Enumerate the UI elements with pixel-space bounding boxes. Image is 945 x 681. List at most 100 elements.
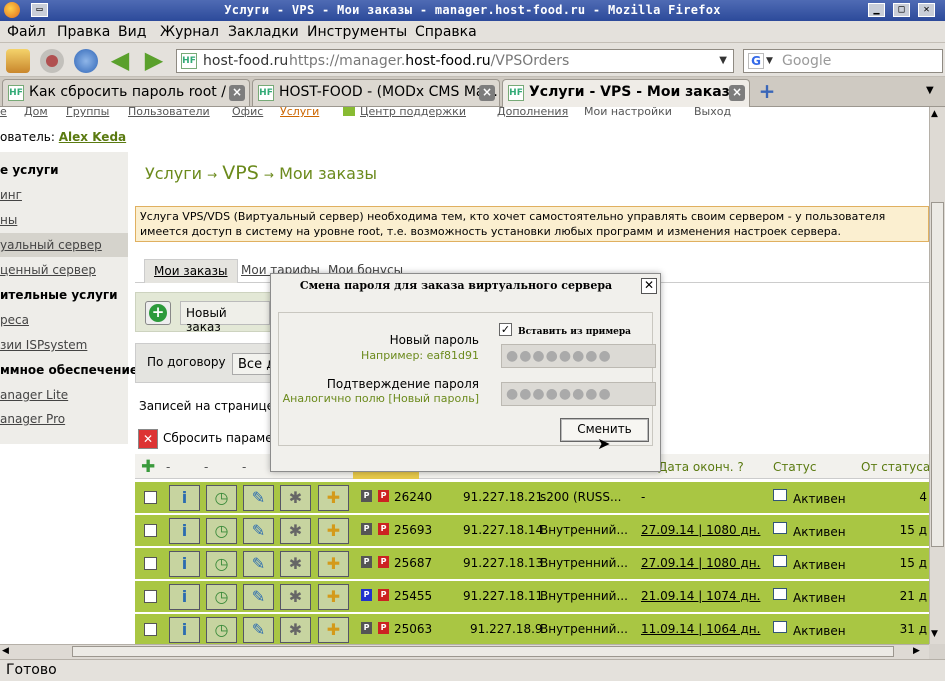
topnav-settings[interactable]: Мои настройки [584,107,672,118]
search-bar[interactable]: G ▼ Google [743,49,943,73]
topnav-logout[interactable]: Выход [694,107,731,118]
row-checkbox[interactable] [144,524,157,537]
tab-vps-orders[interactable]: HF Услуги - VPS - Мои заказ... × [502,79,750,107]
topnav-addons[interactable]: Дополнения [497,107,568,118]
settings-icon[interactable]: ✱ [280,617,311,643]
edit-icon[interactable]: ✎ [243,617,274,643]
url-text[interactable]: https://manager.host-food.ru/VPSOrders [289,50,569,72]
close-tab-icon[interactable]: × [729,85,745,101]
order-expires[interactable]: 27.09.14 | 1080 дн. [641,523,760,537]
row-checkbox[interactable] [144,491,157,504]
history-icon[interactable]: ◷ [206,551,237,577]
reload-icon[interactable] [74,49,98,73]
dialog-close-button[interactable]: ✕ [641,278,657,294]
info-icon[interactable]: i [169,617,200,643]
insert-checkbox[interactable]: ✓ [499,323,512,336]
user-name-link[interactable]: Alex Keda [59,130,126,144]
close-tab-icon[interactable]: × [479,85,495,101]
back-icon[interactable]: ◀ [108,48,132,73]
scroll-right-icon[interactable]: ▶ [913,646,920,656]
row-checkbox[interactable] [144,623,157,636]
move-icon[interactable]: ✚ [318,584,349,610]
settings-icon[interactable]: ✱ [280,584,311,610]
settings-icon[interactable]: ✱ [280,485,311,511]
new-order-button[interactable]: Новый заказ [180,301,270,334]
topnav-office[interactable]: Офис [232,107,263,118]
add-icon[interactable]: ✚ [141,457,155,477]
settings-icon[interactable]: ✱ [280,518,311,544]
breadcrumb-vps[interactable]: VPS [222,162,259,184]
sidebar-item-vps[interactable]: уальный сервер [0,233,128,257]
order-expires[interactable]: - [641,490,645,504]
scroll-thumb[interactable] [931,202,944,547]
topnav-support[interactable]: Центр поддержки [360,107,466,118]
topnav-users[interactable]: Пользователи [128,107,210,118]
history-icon[interactable]: ◷ [206,617,237,643]
scroll-left-icon[interactable]: ◀ [2,646,9,656]
tab-reset-root-password[interactable]: HF Как сбросить пароль root / ... × [2,79,250,106]
menu-file[interactable]: Файл [7,24,46,40]
tab-modx-manager[interactable]: HF HOST-FOOD - (MODx CMS Ma... × [252,79,500,106]
minimize-button[interactable]: ▁ [868,3,885,17]
settings-icon[interactable]: ✱ [280,551,311,577]
search-engine-dropdown-icon[interactable]: ▼ [766,50,773,72]
menu-edit[interactable]: Правка [57,24,110,40]
sidebar-item-dedicated[interactable]: ценный сервер [0,263,96,277]
topnav-item[interactable]: е [0,107,7,118]
history-icon[interactable]: ◷ [206,584,237,610]
header-status[interactable]: Статус [773,460,816,474]
new-password-input[interactable]: ●●●●●●●● [501,344,656,368]
info-icon[interactable]: i [169,518,200,544]
order-expires[interactable]: 21.09.14 | 1074 дн. [641,589,760,603]
sidebar-item-domains[interactable]: ны [0,213,17,227]
row-checkbox[interactable] [144,590,157,603]
history-icon[interactable]: ◷ [206,485,237,511]
scroll-thumb-h[interactable] [72,646,894,657]
forward-icon[interactable]: ▶ [142,48,166,73]
menu-history[interactable]: Журнал [160,24,219,40]
menu-bookmarks[interactable]: Закладки [228,24,299,40]
edit-icon[interactable]: ✎ [243,518,274,544]
tab-list-icon[interactable]: ▼ [926,85,934,96]
order-expires[interactable]: 27.09.14 | 1080 дн. [641,556,760,570]
sidebar-item-isp-licenses[interactable]: зии ISPsystem [0,338,87,352]
breadcrumb-services[interactable]: Услуги [145,164,202,183]
move-icon[interactable]: ✚ [318,551,349,577]
maximize-button[interactable]: □ [893,3,910,17]
add-order-icon[interactable]: + [145,301,171,325]
horizontal-scrollbar[interactable]: ◀ ▶ [0,644,929,659]
new-tab-button[interactable]: + [756,81,778,102]
order-expires[interactable]: 11.09.14 | 1064 дн. [641,622,760,636]
menu-tools[interactable]: Инструменты [307,24,407,40]
history-icon[interactable]: ◷ [206,518,237,544]
sidebar-item-ispmanager-lite[interactable]: anager Lite [0,388,68,402]
topnav-home[interactable]: Дом [24,107,48,118]
google-icon[interactable]: G [748,53,764,69]
scroll-up-icon[interactable]: ▲ [931,109,938,119]
sidebar-item-ispmanager-pro[interactable]: anager Pro [0,412,65,426]
site-identity-icon[interactable]: HF [181,53,197,69]
edit-icon[interactable]: ✎ [243,485,274,511]
site-identity-label[interactable]: host-food.ru [203,50,288,72]
subtab-my-orders[interactable]: Мои заказы [144,259,238,283]
stop-icon[interactable] [40,49,64,73]
home-icon[interactable] [6,49,30,73]
info-icon[interactable]: i [169,584,200,610]
url-dropdown-icon[interactable]: ▼ [719,50,727,72]
edit-icon[interactable]: ✎ [243,584,274,610]
info-icon[interactable]: i [169,485,200,511]
topnav-groups[interactable]: Группы [66,107,109,118]
move-icon[interactable]: ✚ [318,518,349,544]
scroll-down-icon[interactable]: ▼ [931,629,938,639]
confirm-password-input[interactable]: ●●●●●●●● [501,382,656,406]
close-window-button[interactable]: ✕ [918,3,935,17]
row-checkbox[interactable] [144,557,157,570]
header-expires[interactable]: Дата оконч. ? [658,460,744,474]
url-bar[interactable]: HF host-food.ru https://manager.host-foo… [176,49,734,73]
move-icon[interactable]: ✚ [318,485,349,511]
topnav-services[interactable]: Услуги [280,107,319,118]
edit-icon[interactable]: ✎ [243,551,274,577]
menu-view[interactable]: Вид [118,24,146,40]
vertical-scrollbar[interactable]: ▲ ▼ [929,107,945,644]
sidebar-item-ip[interactable]: реса [0,313,29,327]
